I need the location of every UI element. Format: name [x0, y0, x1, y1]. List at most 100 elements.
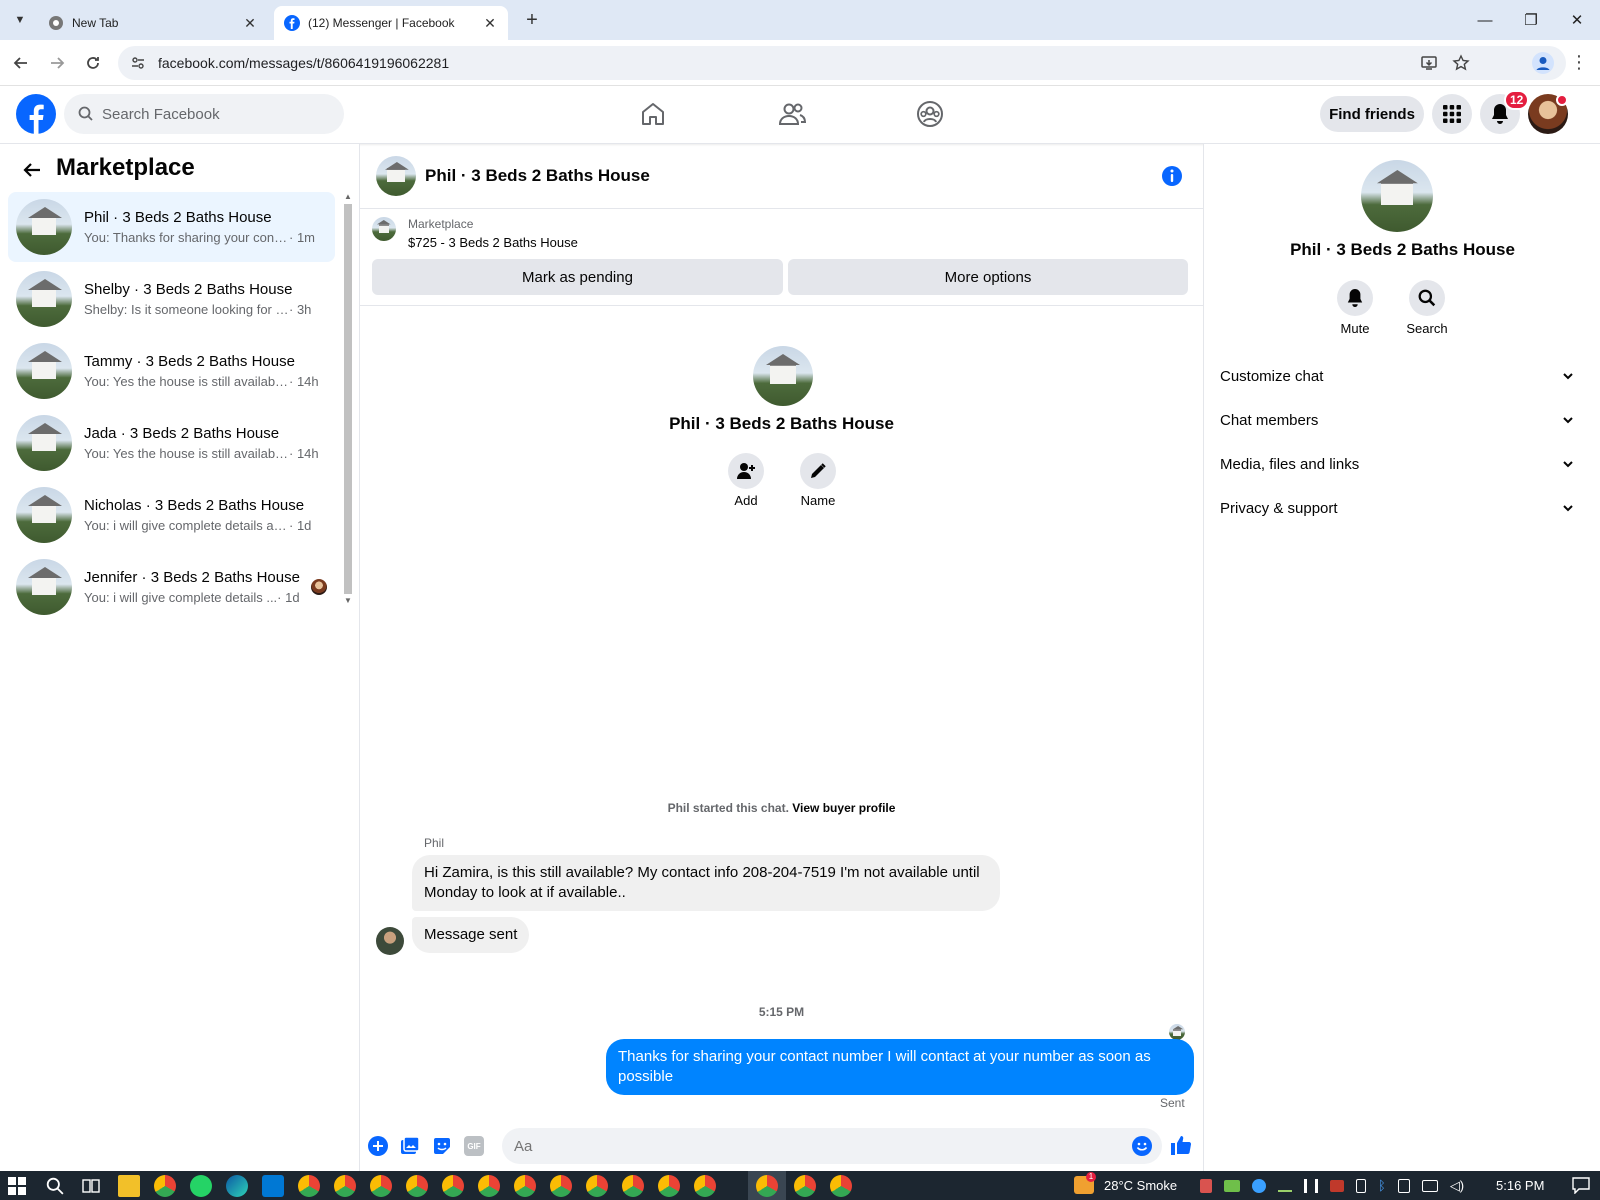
more-options-button[interactable]: More options — [788, 259, 1188, 295]
chrome-icon[interactable] — [622, 1175, 644, 1197]
friends-icon[interactable] — [778, 101, 806, 127]
notification-center-icon[interactable] — [1572, 1177, 1590, 1194]
site-info-icon[interactable] — [130, 55, 146, 71]
file-explorer-icon[interactable] — [118, 1175, 140, 1197]
incoming-message[interactable]: Hi Zamira, is this still available? My c… — [412, 855, 1000, 911]
battery-icon[interactable] — [1397, 1178, 1410, 1193]
chrome-icon[interactable] — [154, 1175, 176, 1197]
close-tab-icon[interactable]: ✕ — [242, 15, 258, 31]
volume-icon[interactable]: ◁) — [1450, 1178, 1464, 1194]
chrome-icon[interactable] — [514, 1175, 536, 1197]
info-icon[interactable] — [1160, 164, 1184, 188]
chrome-icon[interactable] — [334, 1175, 356, 1197]
conversation-item[interactable]: Phil · 3 Beds 2 Baths House You: Thanks … — [8, 192, 335, 262]
bluetooth-icon[interactable]: ᛒ — [1378, 1178, 1386, 1193]
clock[interactable]: 5:16 PM — [1496, 1171, 1544, 1200]
view-buyer-profile-link[interactable]: View buyer profile — [792, 801, 895, 815]
conversation-item[interactable]: Tammy · 3 Beds 2 Baths House You: Yes th… — [8, 336, 335, 406]
chrome-icon[interactable] — [756, 1175, 778, 1197]
menu-grid-button[interactable] — [1432, 94, 1472, 134]
find-friends-button[interactable]: Find friends — [1320, 96, 1424, 132]
chrome-icon[interactable] — [478, 1175, 500, 1197]
sender-avatar[interactable] — [376, 927, 404, 955]
tab-new-tab[interactable]: New Tab ✕ — [38, 6, 268, 40]
tray-app-icon[interactable] — [1252, 1178, 1266, 1193]
sticker-icon[interactable] — [432, 1136, 452, 1156]
bookmark-star-icon[interactable] — [1452, 54, 1470, 72]
weather-text[interactable]: 28°C Smoke — [1104, 1171, 1177, 1200]
chat-title[interactable]: Phil · 3 Beds 2 Baths House — [425, 166, 650, 186]
window-close-icon[interactable]: ✕ — [1554, 0, 1600, 40]
restore-icon[interactable]: ❐ — [1508, 0, 1554, 40]
incoming-message[interactable]: Message sent — [412, 917, 530, 953]
conversation-item[interactable]: Jada · 3 Beds 2 Baths House You: Yes the… — [8, 408, 335, 478]
plus-circle-icon[interactable] — [368, 1136, 388, 1156]
privacy-support-section[interactable]: Privacy & support — [1220, 488, 1575, 528]
chrome-icon[interactable] — [830, 1175, 852, 1197]
forward-arrow-icon[interactable] — [42, 48, 72, 78]
usb-icon[interactable] — [1356, 1178, 1366, 1193]
conversation-item[interactable]: Jennifer · 3 Beds 2 Baths House You: i w… — [8, 552, 335, 622]
home-icon[interactable] — [640, 101, 666, 127]
install-app-icon[interactable] — [1420, 54, 1438, 72]
back-arrow-icon[interactable] — [22, 160, 42, 180]
scrollbar[interactable]: ▲ ▼ — [343, 192, 353, 608]
message-input[interactable] — [502, 1128, 1162, 1164]
chrome-icon[interactable] — [550, 1175, 572, 1197]
close-tab-icon[interactable]: ✕ — [482, 15, 498, 31]
network-icon[interactable] — [1421, 1179, 1438, 1192]
conversation-item[interactable]: Nicholas · 3 Beds 2 Baths House You: i w… — [8, 480, 335, 550]
facebook-logo-icon[interactable] — [16, 94, 56, 134]
tab-messenger[interactable]: (12) Messenger | Facebook ✕ — [274, 6, 508, 40]
mark-as-pending-button[interactable]: Mark as pending — [372, 259, 783, 295]
listing-title[interactable]: $725 - 3 Beds 2 Baths House — [408, 235, 578, 250]
new-tab-plus-icon[interactable]: + — [520, 8, 544, 32]
chrome-icon[interactable] — [442, 1175, 464, 1197]
chrome-icon[interactable] — [298, 1175, 320, 1197]
search-conversation-button[interactable] — [1409, 280, 1445, 316]
store-icon[interactable] — [262, 1175, 284, 1197]
thumbs-up-icon[interactable] — [1170, 1134, 1192, 1156]
add-people-button[interactable] — [728, 453, 764, 489]
gif-icon[interactable]: GIF — [464, 1136, 484, 1156]
facebook-search-input[interactable]: Search Facebook — [64, 94, 344, 134]
chat-members-section[interactable]: Chat members — [1220, 400, 1575, 440]
conversation-name: Jennifer · 3 Beds 2 Baths House — [84, 569, 300, 586]
conversation-item[interactable]: Shelby · 3 Beds 2 Baths House Shelby: Is… — [8, 264, 335, 334]
edge-icon[interactable] — [226, 1175, 248, 1197]
media-files-links-section[interactable]: Media, files and links — [1220, 444, 1575, 484]
chrome-icon[interactable] — [586, 1175, 608, 1197]
profile-icon[interactable] — [1532, 52, 1554, 74]
chrome-icon[interactable] — [406, 1175, 428, 1197]
tab-search-dropdown-icon[interactable]: ▼ — [8, 8, 32, 32]
back-arrow-icon[interactable] — [6, 48, 36, 78]
task-view-icon[interactable] — [82, 1177, 100, 1195]
chrome-icon[interactable] — [794, 1175, 816, 1197]
search-icon[interactable] — [46, 1177, 64, 1195]
windows-start-icon[interactable] — [8, 1177, 26, 1195]
tray-app-icon[interactable] — [1278, 1180, 1292, 1192]
performance-icon[interactable] — [1304, 1178, 1318, 1193]
emoji-icon[interactable] — [1132, 1136, 1152, 1156]
whatsapp-icon[interactable] — [190, 1175, 212, 1197]
reload-icon[interactable] — [78, 48, 108, 78]
photo-icon[interactable] — [400, 1136, 420, 1156]
edit-name-button[interactable] — [800, 453, 836, 489]
customize-chat-section[interactable]: Customize chat — [1220, 356, 1575, 396]
outgoing-message[interactable]: Thanks for sharing your contact number I… — [606, 1039, 1194, 1095]
tray-app-icon[interactable] — [1224, 1179, 1240, 1192]
chat-avatar[interactable] — [376, 156, 416, 196]
listing-thumbnail[interactable] — [372, 217, 396, 241]
groups-icon[interactable] — [916, 100, 944, 128]
chrome-icon[interactable] — [694, 1175, 716, 1197]
scrollbar-thumb[interactable] — [344, 204, 352, 594]
tray-app-icon[interactable] — [1330, 1179, 1344, 1192]
chrome-icon[interactable] — [658, 1175, 680, 1197]
chrome-icon[interactable] — [370, 1175, 392, 1197]
tray-app-icon[interactable] — [1200, 1178, 1212, 1193]
chrome-menu-icon[interactable]: ⋮ — [1570, 52, 1588, 72]
address-bar[interactable]: facebook.com/messages/t/8606419196062281 — [118, 46, 1566, 80]
mute-button[interactable] — [1337, 280, 1373, 316]
minimize-icon[interactable]: — — [1462, 0, 1508, 40]
message-timestamp: 5:15 PM — [758, 1005, 805, 1019]
